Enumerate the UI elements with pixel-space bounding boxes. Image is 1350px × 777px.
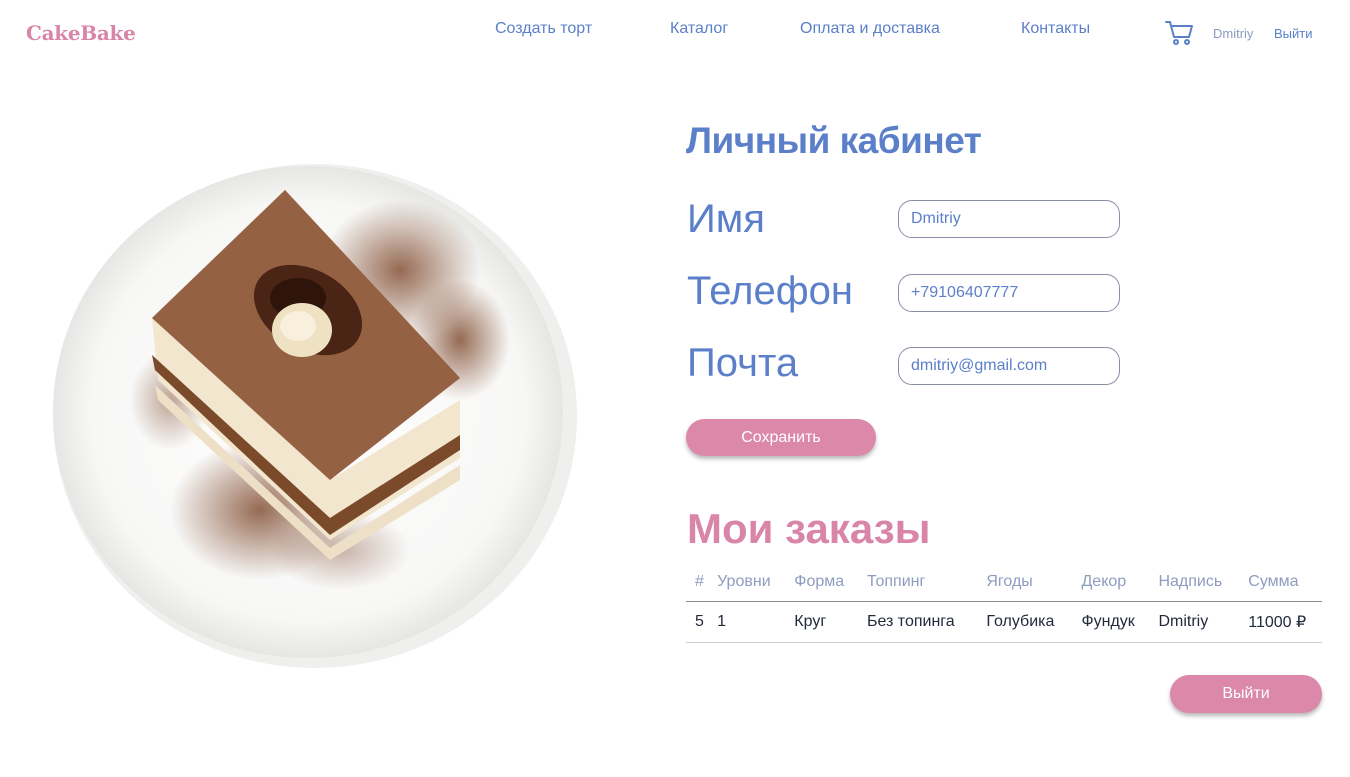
logout-link[interactable]: Выйти bbox=[1274, 26, 1313, 41]
phone-label: Телефон bbox=[687, 269, 853, 313]
nav-create-cake[interactable]: Создать торт bbox=[495, 20, 592, 38]
col-shape: Форма bbox=[785, 563, 858, 602]
save-button[interactable]: Сохранить bbox=[686, 419, 876, 456]
col-berries: Ягоды bbox=[977, 563, 1073, 602]
cell-decor: Фундук bbox=[1072, 601, 1150, 643]
table-row: 5 1 Круг Без топинга Голубика Фундук Dmi… bbox=[686, 601, 1322, 643]
nav-payment-delivery[interactable]: Оплата и доставка bbox=[800, 20, 940, 38]
cake-plate-image bbox=[40, 150, 580, 690]
col-levels: Уровни bbox=[708, 563, 786, 602]
col-number: # bbox=[686, 563, 709, 602]
cell-levels: 1 bbox=[708, 601, 786, 643]
logo[interactable]: CakeBake bbox=[26, 21, 136, 45]
cell-sum: 11000 ₽ bbox=[1239, 601, 1322, 643]
email-field[interactable] bbox=[898, 347, 1120, 385]
cell-berries: Голубика bbox=[977, 601, 1073, 643]
page-title: Личный кабинет bbox=[686, 120, 982, 161]
col-decor: Декор bbox=[1072, 563, 1150, 602]
orders-title: Мои заказы bbox=[687, 505, 931, 552]
col-sum: Сумма bbox=[1239, 563, 1322, 602]
nav-contacts[interactable]: Контакты bbox=[1021, 20, 1090, 38]
col-inscription: Надпись bbox=[1149, 563, 1240, 602]
user-name[interactable]: Dmitriy bbox=[1213, 26, 1253, 41]
orders-header-row: # Уровни Форма Топпинг Ягоды Декор Надпи… bbox=[686, 563, 1322, 602]
cell-shape: Круг bbox=[785, 601, 858, 643]
orders-table: # Уровни Форма Топпинг Ягоды Декор Надпи… bbox=[686, 563, 1322, 643]
name-field[interactable] bbox=[898, 200, 1120, 238]
cell-topping: Без топинга bbox=[857, 601, 978, 643]
name-label: Имя bbox=[687, 197, 765, 241]
cell-inscription: Dmitriy bbox=[1149, 601, 1240, 643]
phone-field[interactable] bbox=[898, 274, 1120, 312]
nav-catalog[interactable]: Каталог bbox=[670, 20, 728, 38]
cell-number: 5 bbox=[686, 601, 709, 643]
col-topping: Топпинг bbox=[857, 563, 978, 602]
email-label: Почта bbox=[687, 341, 799, 385]
cart-icon[interactable] bbox=[1165, 19, 1195, 47]
exit-button[interactable]: Выйти bbox=[1170, 675, 1322, 713]
